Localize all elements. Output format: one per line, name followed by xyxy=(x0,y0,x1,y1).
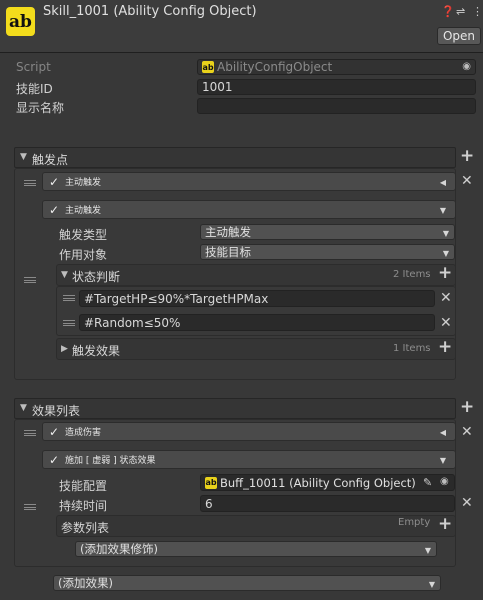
params-title: 参数列表 xyxy=(61,521,110,535)
trigger-type-dropdown[interactable]: 主动触发 ▼ xyxy=(200,224,455,240)
state-check-add-button[interactable]: + xyxy=(438,263,452,283)
trigger-effects-title: 触发效果 xyxy=(72,344,121,358)
triggers-foldout-icon[interactable]: ▼ xyxy=(20,152,27,162)
state-condition-input-1[interactable]: #TargetHP≤90%*TargetHPMax xyxy=(79,290,435,307)
skill-id-label: 技能ID xyxy=(16,82,53,96)
script-asset-icon: ab xyxy=(202,61,214,73)
trigger-item-checkbox[interactable]: ✓ xyxy=(49,204,61,216)
target-dropdown[interactable]: 技能目标 ▼ xyxy=(200,244,455,260)
state-condition-remove-button[interactable]: ✕ xyxy=(440,290,452,306)
trigger-effects-count: 1 Items xyxy=(393,343,431,354)
triggers-header[interactable] xyxy=(14,147,456,168)
trigger-item-collapsed[interactable]: ✓ 主动触发 ◀ xyxy=(42,172,456,191)
triggers-title: 触发点 xyxy=(32,153,69,167)
drag-handle-icon[interactable] xyxy=(24,504,36,510)
params-header[interactable] xyxy=(56,515,456,537)
object-picker-icon[interactable]: ◉ xyxy=(462,61,471,72)
trigger-type-label: 触发类型 xyxy=(59,228,108,242)
state-check-title: 状态判断 xyxy=(72,270,121,284)
trigger-item-remove-button[interactable]: ✕ xyxy=(461,173,473,189)
presets-icon[interactable]: ⇌ xyxy=(456,5,465,18)
effects-header[interactable] xyxy=(14,398,456,419)
more-icon[interactable]: ⋮ xyxy=(472,5,483,18)
buff-asset-icon: ab xyxy=(205,476,217,489)
effect-item-checkbox[interactable]: ✓ xyxy=(49,454,61,466)
effect-item-expanded[interactable]: ✓ 施加 [ 虚弱 ] 状态效果 ▼ xyxy=(42,450,456,469)
effect-item-collapsed[interactable]: ✓ 造成伤害 ◀ xyxy=(42,422,456,441)
effect-item-remove-button[interactable]: ✕ xyxy=(461,424,473,440)
params-count: Empty xyxy=(398,517,431,528)
state-check-count: 2 Items xyxy=(393,269,431,280)
drag-handle-icon[interactable] xyxy=(24,277,36,283)
display-name-label: 显示名称 xyxy=(16,101,65,115)
target-label: 作用对象 xyxy=(59,248,108,262)
open-button[interactable]: Open xyxy=(437,27,481,45)
duration-label: 持续时间 xyxy=(59,499,108,513)
script-field[interactable]: ab AbilityConfigObject ◉ xyxy=(197,59,476,75)
add-modifier-dropdown[interactable]: (添加效果修饰) ▼ xyxy=(75,541,437,557)
drag-handle-icon[interactable] xyxy=(63,295,75,301)
drag-handle-icon[interactable] xyxy=(24,430,36,436)
effect-item-remove-button[interactable]: ✕ xyxy=(461,495,473,511)
dropdown-arrow-icon: ▼ xyxy=(442,249,449,258)
skill-config-label: 技能配置 xyxy=(59,479,108,493)
effects-title: 效果列表 xyxy=(32,404,81,418)
dropdown-arrow-icon: ▼ xyxy=(442,229,449,238)
ability-config-logo: ab xyxy=(6,7,35,36)
object-picker-icon[interactable]: ◉ xyxy=(440,476,449,487)
duration-input[interactable]: 6 xyxy=(200,495,455,512)
state-condition-remove-button[interactable]: ✕ xyxy=(440,315,452,331)
skill-id-input[interactable]: 1001 xyxy=(197,79,476,95)
drag-handle-icon[interactable] xyxy=(63,320,75,326)
dropdown-arrow-icon: ▼ xyxy=(424,546,431,555)
drag-handle-icon[interactable] xyxy=(24,180,36,186)
effects-foldout-icon[interactable]: ▼ xyxy=(20,403,27,413)
chevron-down-icon[interactable]: ▼ xyxy=(440,206,446,215)
effects-add-button[interactable]: + xyxy=(460,397,474,417)
header-divider xyxy=(0,52,483,53)
trigger-effects-foldout-icon[interactable]: ▶ xyxy=(61,344,68,354)
add-effect-dropdown[interactable]: (添加效果) ▼ xyxy=(53,575,441,591)
chevron-left-icon[interactable]: ◀ xyxy=(440,428,446,437)
triggers-add-button[interactable]: + xyxy=(460,146,474,166)
asset-title: Skill_1001 (Ability Config Object) xyxy=(43,4,257,19)
script-label: Script xyxy=(16,60,51,74)
params-add-button[interactable]: + xyxy=(438,514,452,534)
skill-config-field[interactable]: ab Buff_10011 (Ability Config Object) xyxy=(200,474,455,491)
trigger-effects-add-button[interactable]: + xyxy=(438,337,452,357)
state-condition-input-2[interactable]: #Random≤50% xyxy=(79,314,435,331)
trigger-item-expanded[interactable]: ✓ 主动触发 ▼ xyxy=(42,200,456,219)
chevron-left-icon[interactable]: ◀ xyxy=(440,178,446,187)
effect-item-checkbox[interactable]: ✓ xyxy=(49,426,61,438)
edit-pencil-icon[interactable]: ✎ xyxy=(423,476,432,489)
display-name-input[interactable] xyxy=(197,98,476,114)
help-icon[interactable]: ❓ xyxy=(441,5,455,18)
dropdown-arrow-icon: ▼ xyxy=(428,580,435,589)
trigger-item-checkbox[interactable]: ✓ xyxy=(49,176,61,188)
state-check-foldout-icon[interactable]: ▼ xyxy=(61,270,68,280)
chevron-down-icon[interactable]: ▼ xyxy=(440,456,446,465)
